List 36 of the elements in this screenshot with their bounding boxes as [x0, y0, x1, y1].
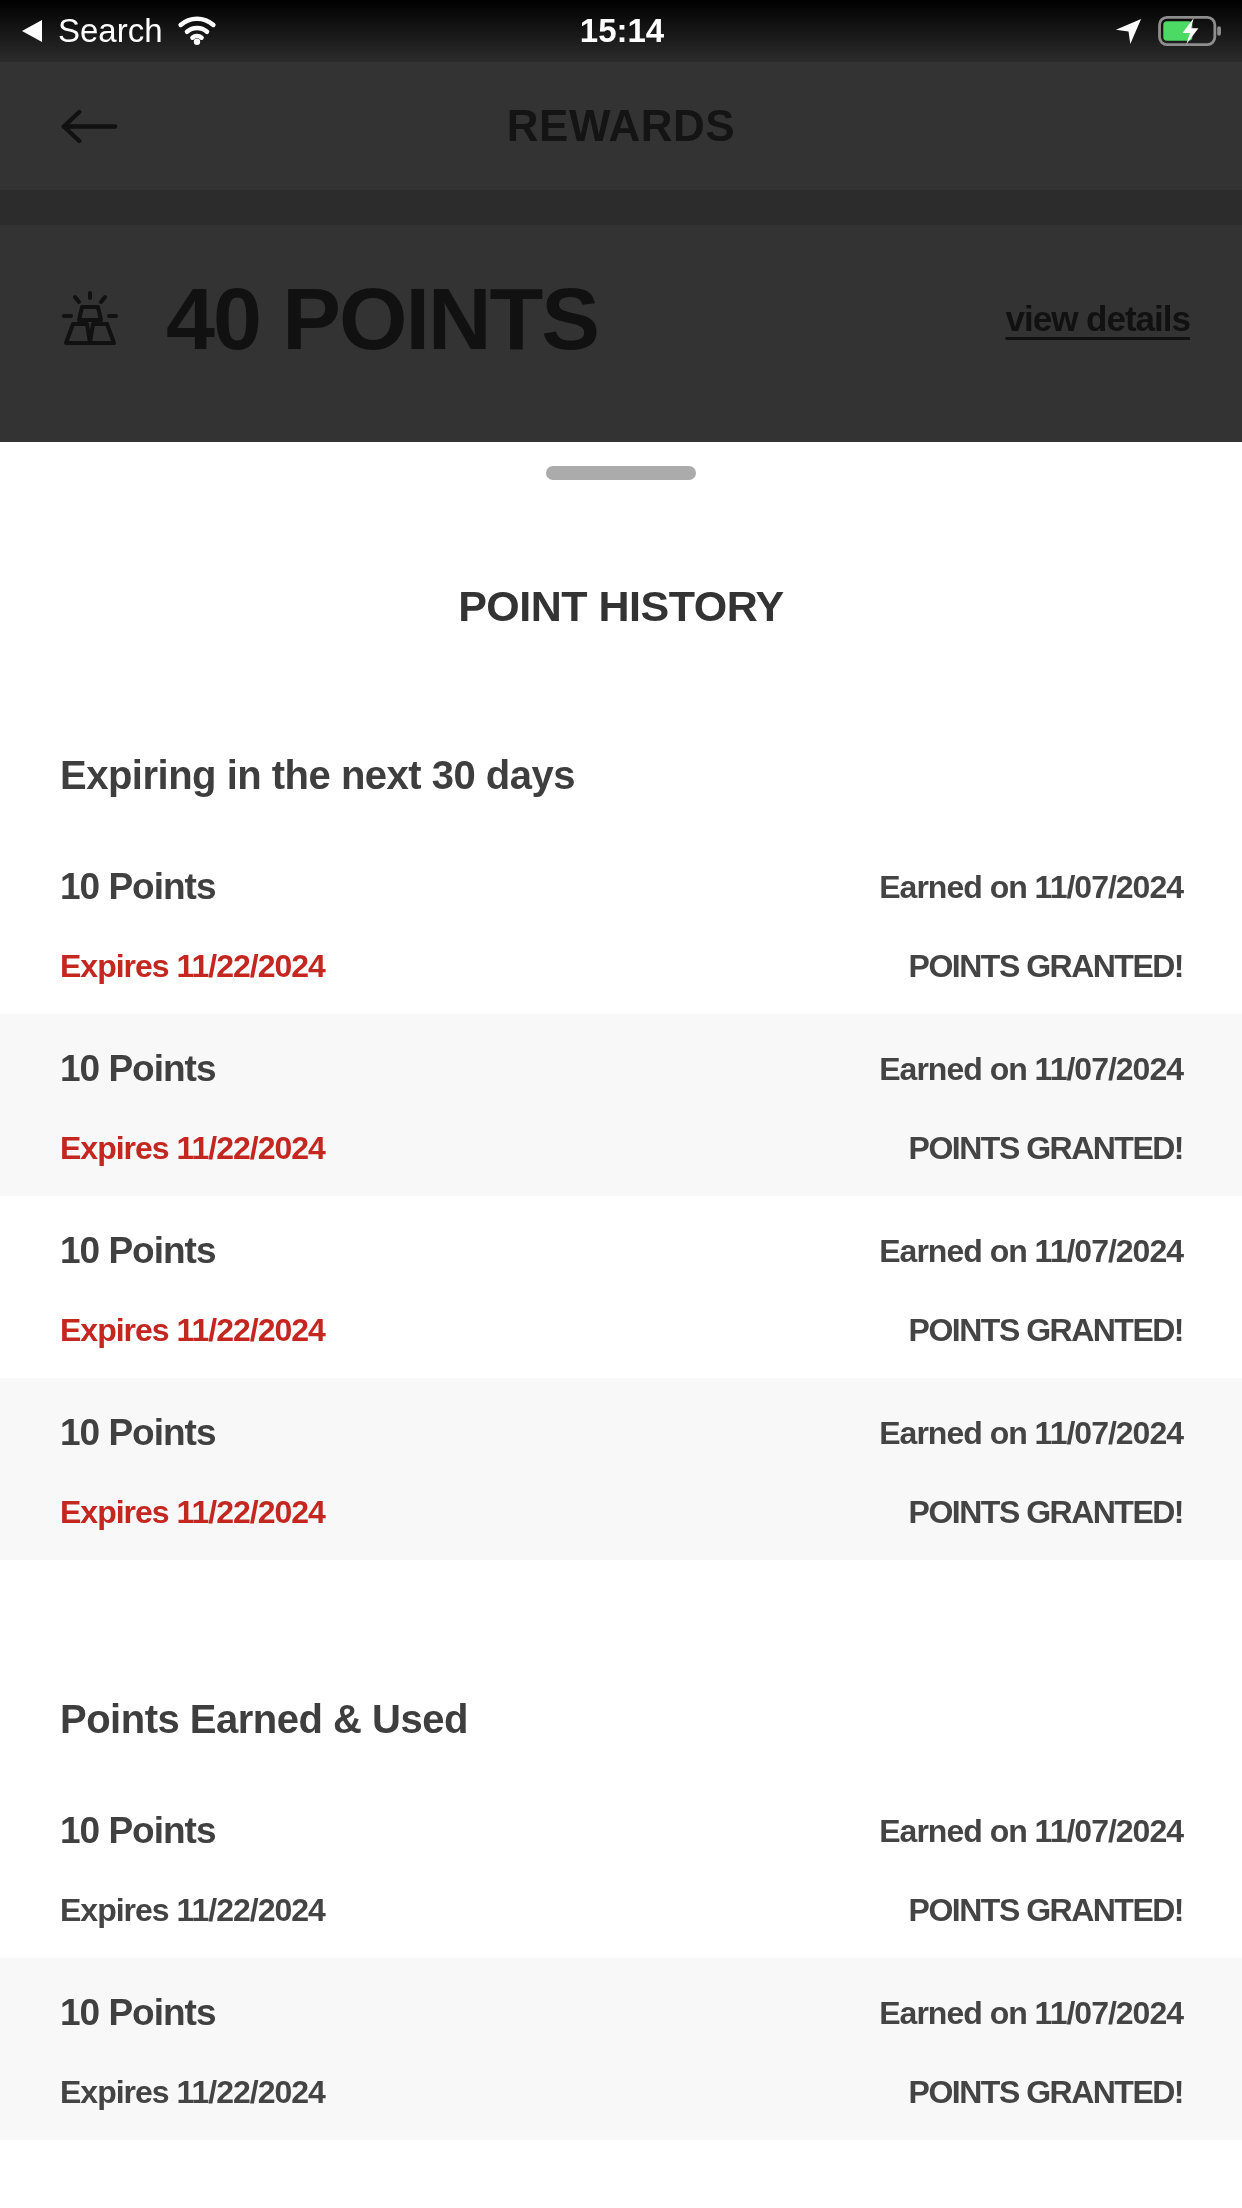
points-amount: 10 Points: [60, 1047, 216, 1091]
earned-date: Earned on 11/07/2024: [879, 1050, 1183, 1089]
sheet-title: POINT HISTORY: [458, 581, 784, 632]
earned-date: Earned on 11/07/2024: [879, 1994, 1183, 2033]
points-amount: 10 Points: [60, 1411, 216, 1455]
grant-status: POINTS GRANTED!: [908, 1891, 1183, 1930]
earned-date: Earned on 11/07/2024: [879, 868, 1183, 907]
wifi-icon: [176, 13, 217, 45]
grant-status: POINTS GRANTED!: [908, 1129, 1183, 1168]
back-triangle-icon: [22, 20, 42, 42]
section-heading: Points Earned & Used: [60, 1696, 468, 1743]
earned-date: Earned on 11/07/2024: [879, 1812, 1183, 1851]
grant-status: POINTS GRANTED!: [908, 1493, 1183, 1532]
ingot-stack-icon: [60, 290, 120, 347]
back-icon[interactable]: [60, 108, 118, 144]
back-to-search-link[interactable]: Search: [22, 11, 163, 51]
earned-date: Earned on 11/07/2024: [879, 1414, 1183, 1453]
expiry-date: Expires 11/22/2024: [60, 947, 325, 986]
expiry-date: Expires 11/22/2024: [60, 1129, 325, 1168]
earned-date: Earned on 11/07/2024: [879, 1232, 1183, 1271]
points-amount: 10 Points: [60, 1809, 216, 1853]
expiry-date: Expires 11/22/2024: [60, 1891, 325, 1930]
drag-handle[interactable]: [546, 466, 696, 480]
grant-status: POINTS GRANTED!: [908, 2073, 1183, 2112]
section-heading: Expiring in the next 30 days: [60, 752, 576, 799]
grant-status: POINTS GRANTED!: [908, 1311, 1183, 1350]
location-arrow-icon: [1115, 17, 1142, 45]
points-amount: 10 Points: [60, 865, 216, 909]
expiry-date: Expires 11/22/2024: [60, 1311, 325, 1350]
battery-charging-icon: [1158, 16, 1222, 46]
status-time: 15:14: [579, 11, 665, 51]
points-amount: 10 Points: [60, 1229, 216, 1273]
expiry-date: Expires 11/22/2024: [60, 1493, 325, 1532]
grant-status: POINTS GRANTED!: [908, 947, 1183, 986]
expiry-date: Expires 11/22/2024: [60, 2073, 325, 2112]
points-amount: 10 Points: [60, 1991, 216, 2035]
